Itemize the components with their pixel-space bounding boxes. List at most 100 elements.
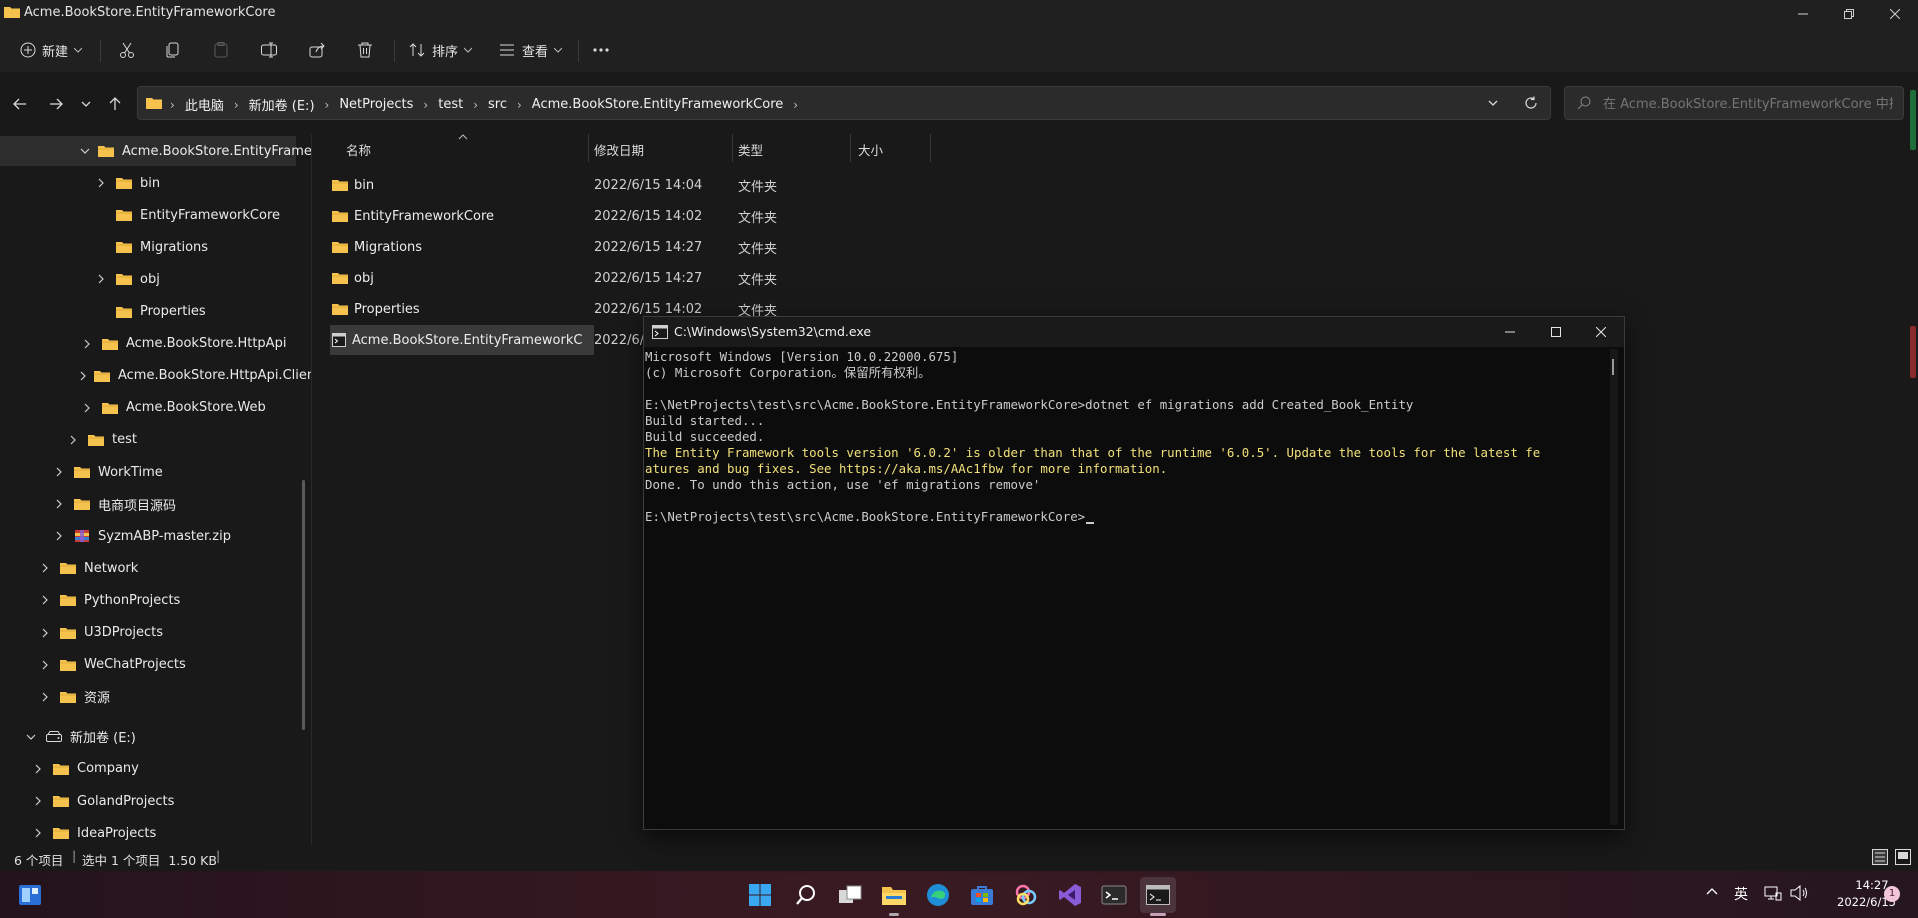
view-button[interactable]: 查看 xyxy=(494,36,566,64)
nav-tree-item[interactable]: 资源 xyxy=(0,682,296,712)
cmd-scrollbar[interactable] xyxy=(1610,349,1618,825)
share-button[interactable] xyxy=(304,36,330,64)
chevron-right-icon[interactable] xyxy=(52,529,66,543)
file-explorer-taskbar-button[interactable] xyxy=(878,879,910,911)
file-row[interactable]: bin 2022/6/15 14:04 文件夹 xyxy=(330,170,1070,200)
pane-divider[interactable] xyxy=(311,134,312,845)
chevron-right-icon[interactable] xyxy=(52,497,66,511)
nav-tree-item[interactable]: Network xyxy=(0,553,296,583)
restore-button[interactable] xyxy=(1826,0,1872,28)
breadcrumb-item[interactable]: 新加卷 (E:) xyxy=(249,95,315,114)
edge-taskbar-button[interactable] xyxy=(922,879,954,911)
column-divider[interactable] xyxy=(588,134,589,162)
navigation-pane-scrollbar[interactable] xyxy=(302,480,305,730)
file-row[interactable]: obj 2022/6/15 14:27 文件夹 xyxy=(330,263,1070,293)
copy-button[interactable] xyxy=(160,36,186,64)
nav-tree-item[interactable]: WeChatProjects xyxy=(0,650,296,680)
recent-locations-button[interactable] xyxy=(72,90,100,118)
nav-tree-item[interactable]: test xyxy=(0,425,296,455)
refresh-icon[interactable] xyxy=(1524,96,1538,110)
column-header-name[interactable]: 名称 xyxy=(346,136,371,162)
ime-indicator[interactable]: 英 xyxy=(1734,884,1748,904)
chevron-down-icon[interactable] xyxy=(80,144,90,158)
chevron-right-icon[interactable] xyxy=(31,794,45,808)
sort-button[interactable]: 排序 xyxy=(404,36,476,64)
console-output[interactable]: Microsoft Windows [Version 10.0.22000.67… xyxy=(644,347,1604,827)
network-icon[interactable] xyxy=(1764,885,1782,901)
nav-tree-item[interactable]: Acme.BookStore.HttpApi.Client xyxy=(0,361,312,391)
chevron-right-icon[interactable] xyxy=(66,433,80,447)
rename-button[interactable] xyxy=(256,36,282,64)
file-row[interactable]: EntityFrameworkCore 2022/6/15 14:02 文件夹 xyxy=(330,201,1070,231)
chevron-right-icon[interactable] xyxy=(31,826,45,840)
speaker-icon[interactable] xyxy=(1790,885,1808,901)
cmd-close-button[interactable] xyxy=(1578,318,1624,346)
column-divider[interactable] xyxy=(930,134,931,162)
breadcrumb-item[interactable]: 此电脑 xyxy=(185,95,224,114)
widgets-button[interactable] xyxy=(14,879,46,911)
nav-tree-item[interactable]: obj xyxy=(0,264,296,294)
nav-tree-item[interactable]: U3DProjects xyxy=(0,618,296,648)
file-row[interactable]: Migrations 2022/6/15 14:27 文件夹 xyxy=(330,232,1070,262)
cmd-taskbar-button[interactable] xyxy=(1140,877,1176,913)
cmd-maximize-button[interactable] xyxy=(1533,318,1579,346)
new-button[interactable]: 新建 xyxy=(16,36,86,64)
minimize-button[interactable] xyxy=(1780,0,1826,28)
forward-button[interactable] xyxy=(42,90,70,118)
breadcrumb-item[interactable]: src xyxy=(488,97,507,112)
chevron-right-icon[interactable] xyxy=(80,337,94,351)
nav-tree-item[interactable]: bin xyxy=(0,168,296,198)
column-header-type[interactable]: 类型 xyxy=(738,136,763,162)
chevron-right-icon[interactable] xyxy=(94,176,108,190)
nav-tree-item[interactable]: 电商项目源码 xyxy=(0,489,296,519)
cut-button[interactable] xyxy=(114,36,140,64)
search-box[interactable] xyxy=(1564,86,1904,120)
scrollbar-thumb[interactable] xyxy=(1612,359,1614,375)
chevron-right-icon[interactable] xyxy=(38,626,52,640)
chevron-right-icon[interactable] xyxy=(38,658,52,672)
column-divider[interactable] xyxy=(732,134,733,162)
search-taskbar-button[interactable] xyxy=(790,879,822,911)
column-divider[interactable] xyxy=(850,134,851,162)
terminal-taskbar-button[interactable] xyxy=(1098,879,1130,911)
nav-tree-item[interactable]: EntityFrameworkCore xyxy=(0,200,296,230)
more-options-button[interactable] xyxy=(588,36,614,64)
up-button[interactable] xyxy=(101,90,129,118)
breadcrumb-item[interactable]: Acme.BookStore.EntityFrameworkCore xyxy=(532,97,783,112)
colorful-app-taskbar-button[interactable] xyxy=(1010,879,1042,911)
column-header-date[interactable]: 修改日期 xyxy=(594,136,644,162)
breadcrumb-item[interactable]: NetProjects xyxy=(339,97,413,112)
nav-tree-item[interactable]: SyzmABP-master.zip xyxy=(0,521,296,551)
chevron-right-icon[interactable] xyxy=(38,690,52,704)
search-input[interactable] xyxy=(1601,93,1895,115)
chevron-right-icon[interactable] xyxy=(80,369,86,383)
address-bar[interactable]: › 此电脑 › 新加卷 (E:) › NetProjects › test › … xyxy=(137,86,1551,120)
details-view-icon[interactable] xyxy=(1872,849,1888,865)
address-history-chevron-icon[interactable] xyxy=(1488,100,1498,106)
nav-tree-item[interactable]: Company xyxy=(0,754,296,784)
store-taskbar-button[interactable] xyxy=(966,879,998,911)
nav-tree-item[interactable]: Acme.BookStore.EntityFrameworkC xyxy=(0,136,312,166)
breadcrumb-item[interactable]: test xyxy=(438,97,463,112)
nav-tree-item[interactable]: WorkTime xyxy=(0,457,296,487)
chevron-down-icon[interactable] xyxy=(24,730,38,744)
nav-tree-item[interactable]: GolandProjects xyxy=(0,786,296,816)
close-button[interactable] xyxy=(1872,0,1918,28)
cmd-title-bar[interactable]: C:\Windows\System32\cmd.exe xyxy=(644,317,1624,347)
visual-studio-taskbar-button[interactable] xyxy=(1054,879,1086,911)
chevron-up-icon[interactable] xyxy=(1706,887,1718,895)
cmd-window[interactable]: C:\Windows\System32\cmd.exe Microsoft Wi… xyxy=(643,316,1625,830)
back-button[interactable] xyxy=(6,90,34,118)
chevron-right-icon[interactable] xyxy=(31,762,45,776)
chevron-right-icon[interactable] xyxy=(38,561,52,575)
nav-tree-item[interactable]: Properties xyxy=(0,297,296,327)
nav-tree-item[interactable]: Acme.BookStore.Web xyxy=(0,393,296,423)
notification-badge[interactable]: 1 xyxy=(1884,886,1900,902)
nav-tree-item[interactable]: Acme.BookStore.HttpApi xyxy=(0,329,296,359)
task-view-button[interactable] xyxy=(834,879,866,911)
column-header-size[interactable]: 大小 xyxy=(858,136,883,162)
delete-button[interactable] xyxy=(352,36,378,64)
tiles-view-icon[interactable] xyxy=(1895,849,1911,865)
cmd-minimize-button[interactable] xyxy=(1487,318,1533,346)
chevron-right-icon[interactable] xyxy=(52,465,66,479)
